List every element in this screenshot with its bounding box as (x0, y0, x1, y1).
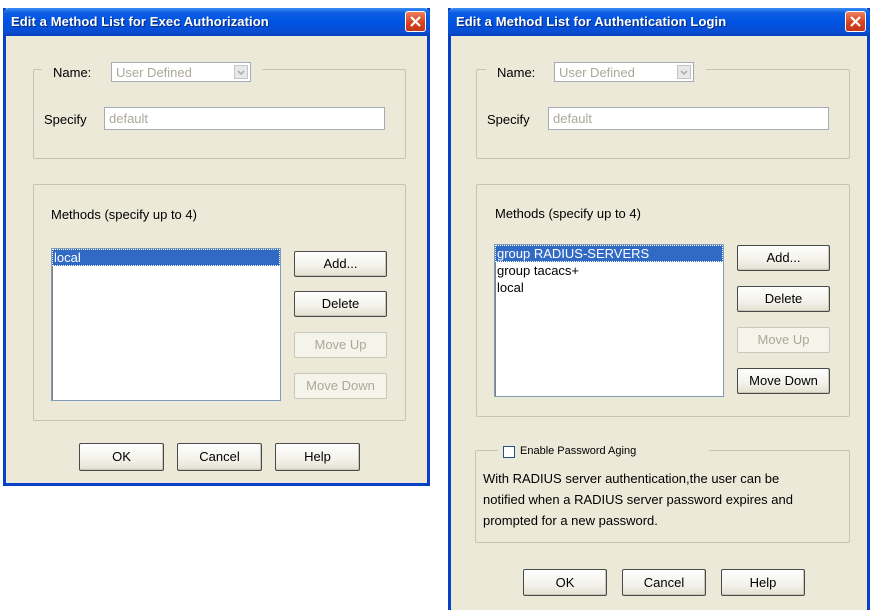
close-icon (410, 16, 421, 27)
specify-label: Specify (487, 112, 530, 127)
name-select[interactable]: User Defined (111, 62, 251, 82)
name-select-value: User Defined (116, 65, 192, 80)
add-button[interactable]: Add... (294, 251, 387, 277)
description-line-1: With RADIUS server authentication,the us… (483, 471, 780, 486)
methods-label: Methods (specify up to 4) (51, 207, 197, 222)
move-up-button[interactable]: Move Up (294, 332, 387, 358)
close-icon (850, 16, 861, 27)
authentication-login-dialog: Edit a Method List for Authentication Lo… (448, 8, 870, 610)
name-label: Name: (497, 65, 536, 80)
method-list-item[interactable]: local (52, 249, 280, 266)
name-select[interactable]: User Defined (554, 62, 694, 82)
password-aging-description: With RADIUS server authentication,the us… (483, 468, 848, 531)
move-down-button[interactable]: Move Down (294, 373, 387, 399)
delete-button[interactable]: Delete (294, 291, 387, 317)
help-button[interactable]: Help (721, 569, 805, 596)
chevron-down-icon (234, 65, 248, 79)
cancel-button[interactable]: Cancel (622, 569, 706, 596)
method-list-item[interactable]: group RADIUS-SERVERS (495, 245, 723, 262)
method-list-item[interactable]: local (495, 279, 723, 296)
dialog-title: Edit a Method List for Authentication Lo… (456, 14, 727, 29)
help-button[interactable]: Help (275, 443, 360, 471)
move-up-button[interactable]: Move Up (737, 327, 830, 353)
move-down-button[interactable]: Move Down (737, 368, 830, 394)
specify-label: Specify (44, 112, 87, 127)
description-line-3: prompted for a new password. (483, 513, 658, 528)
name-select-value: User Defined (559, 65, 635, 80)
delete-button[interactable]: Delete (737, 286, 830, 312)
add-button[interactable]: Add... (737, 245, 830, 271)
methods-label: Methods (specify up to 4) (495, 206, 641, 221)
title-bar[interactable]: Edit a Method List for Exec Authorizatio… (3, 8, 430, 36)
password-aging-label: Enable Password Aging (520, 445, 637, 457)
specify-field[interactable]: default (104, 107, 385, 130)
close-button[interactable] (405, 11, 426, 32)
password-aging-checkbox[interactable] (503, 446, 515, 458)
description-line-2: notified when a RADIUS server password e… (483, 492, 793, 507)
ok-button[interactable]: OK (79, 443, 164, 471)
specify-field[interactable]: default (548, 107, 829, 130)
dialog-title: Edit a Method List for Exec Authorizatio… (11, 14, 269, 29)
methods-listbox[interactable]: group RADIUS-SERVERS group tacacs+ local (494, 244, 724, 397)
close-button[interactable] (845, 11, 866, 32)
chevron-down-icon (677, 65, 691, 79)
cancel-button[interactable]: Cancel (177, 443, 262, 471)
name-label: Name: (53, 65, 92, 80)
specify-value: default (109, 111, 149, 126)
exec-authorization-dialog: Edit a Method List for Exec Authorizatio… (3, 8, 430, 486)
method-list-item[interactable]: group tacacs+ (495, 262, 723, 279)
specify-value: default (553, 111, 593, 126)
ok-button[interactable]: OK (523, 569, 607, 596)
methods-listbox[interactable]: local (51, 248, 281, 401)
title-bar[interactable]: Edit a Method List for Authentication Lo… (448, 8, 870, 36)
